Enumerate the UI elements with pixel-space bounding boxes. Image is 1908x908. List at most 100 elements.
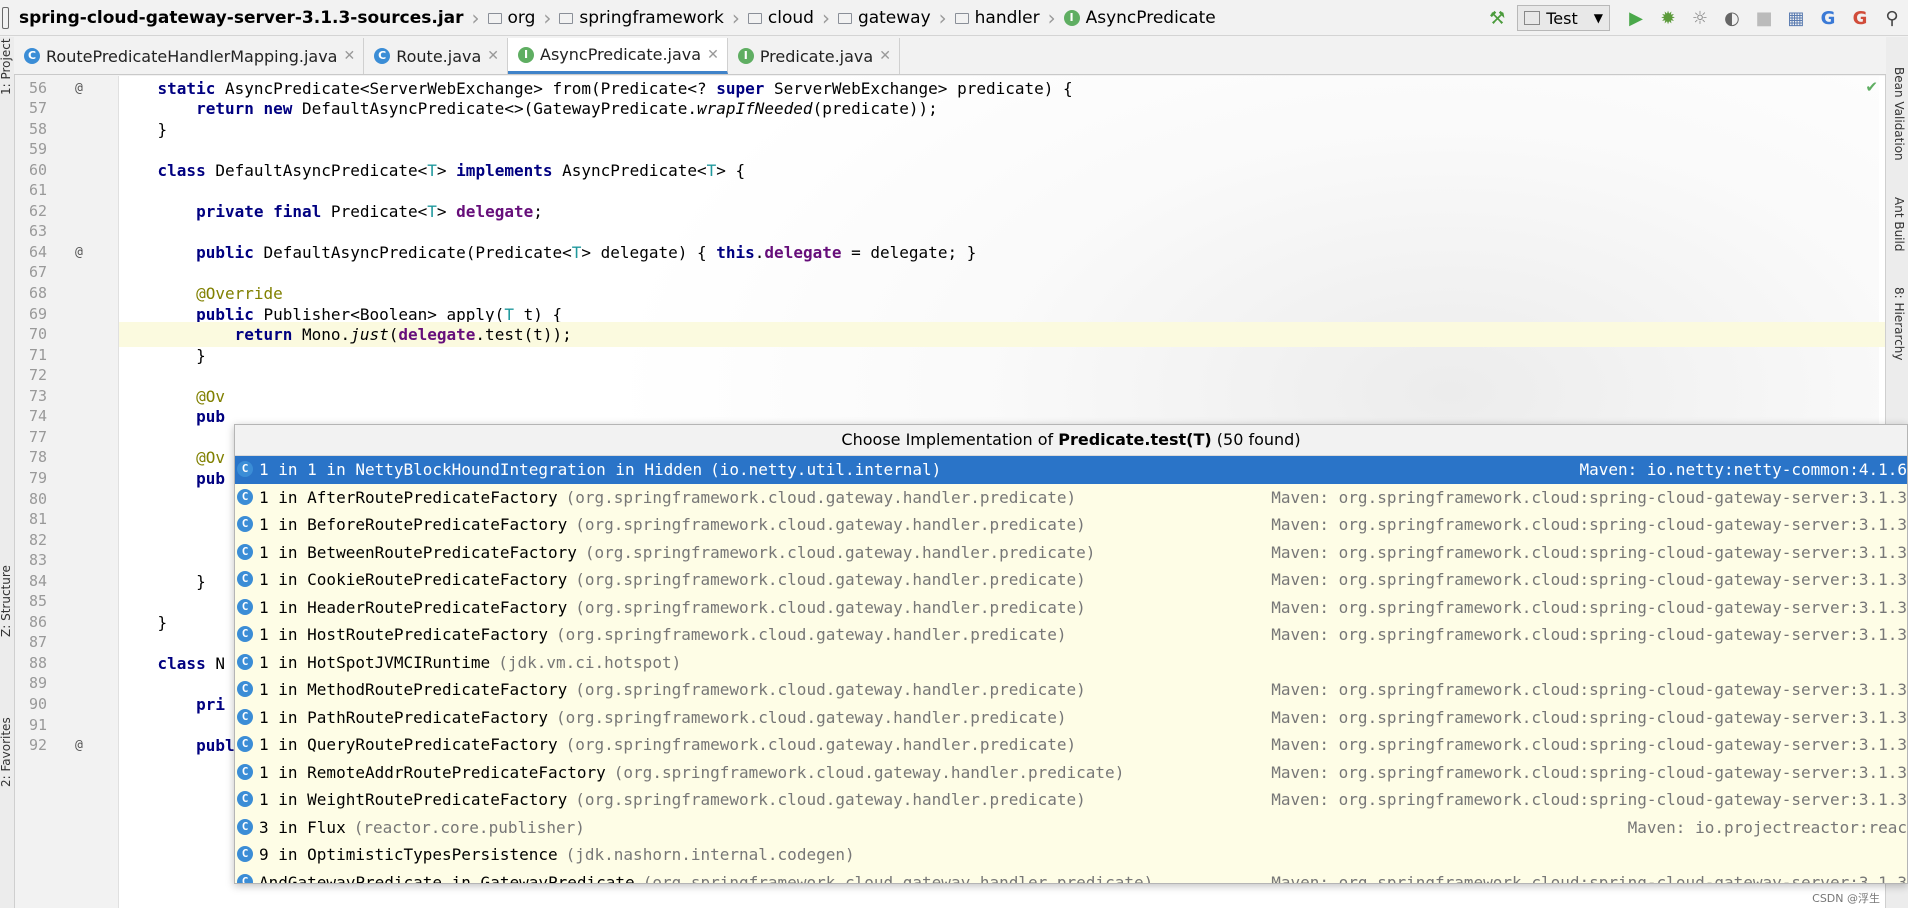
code-line[interactable]: public DefaultAsyncPredicate(Predicate<T… — [119, 240, 976, 265]
breadcrumb-root[interactable]: spring-cloud-gateway-server-3.1.3-source… — [15, 0, 470, 36]
interface-icon: I — [518, 46, 535, 63]
project-structure-icon[interactable]: ▦ — [1780, 2, 1812, 34]
class-icon: C — [237, 543, 253, 560]
implementation-package: (org.springframework.cloud.gateway.handl… — [555, 625, 1067, 644]
implementation-row[interactable]: C 1 in HotSpotJVMCIRuntime (jdk.vm.ci.hots… — [235, 648, 1907, 676]
class-icon: C — [237, 873, 253, 883]
tool-project[interactable]: 1: Project — [0, 38, 13, 95]
popup-title: Choose Implementation of Predicate.test(… — [235, 425, 1907, 456]
tool-ant-build[interactable]: Ant Build — [1892, 197, 1906, 251]
code-line[interactable]: pub — [119, 466, 225, 491]
choose-implementation-popup[interactable]: Choose Implementation of Predicate.test(… — [234, 424, 1908, 884]
implementation-row[interactable]: C 1 in MethodRoutePredicateFactory (org.sp… — [235, 676, 1907, 704]
breadcrumb-asyncpredicate[interactable]: I AsyncPredicate — [1058, 0, 1222, 36]
breadcrumb-springframework[interactable]: springframework — [553, 0, 729, 36]
watermark: CSDN @浮生 — [1812, 892, 1880, 905]
implementation-row[interactable]: C 1 in WeightRoutePredicateFactory (org.sp… — [235, 786, 1907, 814]
class-icon: C — [237, 708, 253, 725]
implementation-name: 1 in MethodRoutePredicateFactory (org.spr… — [259, 680, 1086, 699]
override-marker-icon[interactable]: @ — [75, 733, 83, 758]
implementation-row[interactable]: C 1 in AfterRoutePredicateFactory (org.spr… — [235, 483, 1907, 511]
implementation-package: (org.springframework.cloud.gateway.handl… — [575, 597, 1086, 617]
implementation-row[interactable]: C 1 in HostRoutePredicateFactory (org.spri… — [235, 621, 1907, 649]
implementation-row[interactable]: C 1 in BeforeRoutePredicateFactory (org.sp… — [235, 511, 1907, 539]
chevron-right-icon: › — [821, 5, 830, 30]
implementation-package: (org.springframework.cloud.gateway.handl… — [575, 680, 1086, 699]
implementation-library: Maven: org.springframework.cloud:spring-… — [1271, 707, 1907, 727]
close-icon[interactable]: ✕ — [879, 48, 891, 64]
run-config-select[interactable]: Test ▼ — [1517, 5, 1610, 31]
close-icon[interactable]: ✕ — [707, 47, 719, 63]
implementation-name: 1 in HotSpotJVMCIRuntime (jdk.vm.ci.hotsp… — [259, 652, 682, 672]
implementation-row[interactable]: C 1 in CookieRoutePredicateFactory (org.sp… — [235, 566, 1907, 594]
translate-icon[interactable]: G — [1812, 2, 1844, 34]
code-line[interactable]: return Mono.just(delegate.test(t)); — [119, 322, 1885, 348]
tab-label: AsyncPredicate.java — [540, 45, 702, 64]
class-icon: C — [237, 571, 253, 587]
implementation-library: Maven: org.springframework.cloud:spring-… — [1271, 487, 1907, 507]
tab-route[interactable]: C Route.java ✕ — [364, 38, 509, 74]
editor-gutter[interactable]: 56 @57 58 59 60 61 62 63 64 @67 68 69 70 71 72 73 74 77 78… — [15, 76, 119, 908]
build-hammer-icon[interactable]: ⚒ — [1481, 2, 1513, 34]
implementation-package: (io.netty.util.internal) — [710, 460, 942, 479]
implementation-row[interactable]: C 1 in BetweenRoutePredicateFactory (org.s… — [235, 538, 1907, 566]
interface-icon: I — [737, 48, 754, 64]
class-icon: C — [237, 736, 253, 752]
implementation-package: (jdk.nashorn.internal.codegen) — [565, 845, 855, 864]
implementation-row[interactable]: C AndGatewayPredicate in GatewayPredicate… — [235, 868, 1907, 883]
tab-asyncpredicate[interactable]: I AsyncPredicate.java ✕ — [508, 38, 728, 74]
tool-hierarchy[interactable]: 8: Hierarchy — [1892, 287, 1906, 361]
left-tool-stripe: 1: Project Z: Structure 2: Favorites — [0, 37, 15, 908]
tab-label: Predicate.java — [759, 46, 874, 66]
implementation-package: (jdk.vm.ci.hotspot) — [498, 652, 682, 672]
close-icon[interactable]: ✕ — [343, 48, 355, 64]
implementation-row[interactable]: C 3 in Flux (reactor.core.publisher) Maven:… — [235, 813, 1907, 841]
code-line[interactable]: private final Predicate<T> delegate; — [119, 199, 543, 224]
implementation-library: Maven: org.springframework.cloud:spring-… — [1271, 542, 1907, 562]
plugin-icon[interactable]: G — [1844, 2, 1876, 34]
tab-predicate[interactable]: I Predicate.java ✕ — [728, 38, 900, 74]
implementation-list[interactable]: C 1 in 1 in NettyBlockHoundIntegration in… — [235, 456, 1907, 883]
run-icon[interactable]: ▶ — [1620, 2, 1652, 34]
code-line[interactable]: } — [119, 610, 168, 635]
implementation-row[interactable]: C 1 in 1 in NettyBlockHoundIntegration in… — [235, 456, 1907, 484]
jar-icon — [2, 6, 9, 29]
breadcrumb-org[interactable]: org — [482, 0, 542, 36]
code-line[interactable]: class DefaultAsyncPredicate<T> implement… — [119, 158, 746, 183]
implementation-library: Maven: org.springframework.cloud:spring-… — [1271, 680, 1907, 699]
code-line[interactable]: class N — [119, 651, 225, 676]
code-line[interactable]: } — [119, 343, 206, 368]
breadcrumb-handler[interactable]: handler — [949, 0, 1046, 36]
folder-icon — [954, 13, 969, 24]
breadcrumb-gateway[interactable]: gateway — [832, 0, 937, 36]
code-line[interactable]: pub — [119, 404, 225, 429]
code-line[interactable]: pri — [119, 692, 225, 717]
tool-favorites[interactable]: 2: Favorites — [0, 717, 13, 787]
debug-icon[interactable]: ✹ — [1652, 2, 1684, 34]
implementation-row[interactable]: C 1 in HeaderRoutePredicateFactory (org.sp… — [235, 593, 1907, 621]
search-icon[interactable]: ⚲ — [1876, 2, 1908, 34]
tab-routepredicatehandlermapping[interactable]: C RoutePredicateHandlerMapping.java ✕ — [14, 38, 365, 74]
implementation-name: 1 in CookieRoutePredicateFactory (org.spr… — [259, 570, 1086, 589]
folder-icon — [837, 13, 852, 24]
profile-icon[interactable]: ◐ — [1716, 2, 1748, 34]
coverage-icon[interactable]: ☼ — [1684, 2, 1716, 34]
implementation-row[interactable]: C 1 in PathRoutePredicateFactory (org.spri… — [235, 703, 1907, 731]
implementation-name: 1 in BeforeRoutePredicateFactory (org.spr… — [259, 515, 1086, 534]
tool-bean-validation[interactable]: Bean Validation — [1892, 67, 1906, 161]
implementation-row[interactable]: C 1 in QueryRoutePredicateFactory (org.spr… — [235, 731, 1907, 759]
close-icon[interactable]: ✕ — [487, 48, 499, 64]
analysis-ok-icon: ✔ — [1865, 78, 1878, 96]
breadcrumb-cloud[interactable]: cloud — [742, 0, 820, 36]
stop-icon[interactable]: ■ — [1748, 2, 1780, 34]
chevron-right-icon: › — [471, 5, 480, 30]
class-icon: C — [237, 626, 253, 642]
implementation-row[interactable]: C 1 in RemoteAddrRoutePredicateFactory (or… — [235, 758, 1907, 786]
code-line[interactable]: } — [119, 569, 206, 594]
implementation-row[interactable]: C 9 in OptimisticTypesPersistence (jdk.nas… — [235, 841, 1907, 869]
implementation-package: (org.springframework.cloud.gateway.handl… — [575, 790, 1086, 809]
code-line[interactable]: } — [119, 117, 168, 142]
tool-structure[interactable]: Z: Structure — [0, 565, 13, 637]
code-line[interactable]: return new DefaultAsyncPredicate<>(Gatew… — [119, 96, 938, 121]
editor-tabs: C RoutePredicateHandlerMapping.java ✕ C … — [14, 37, 1886, 75]
